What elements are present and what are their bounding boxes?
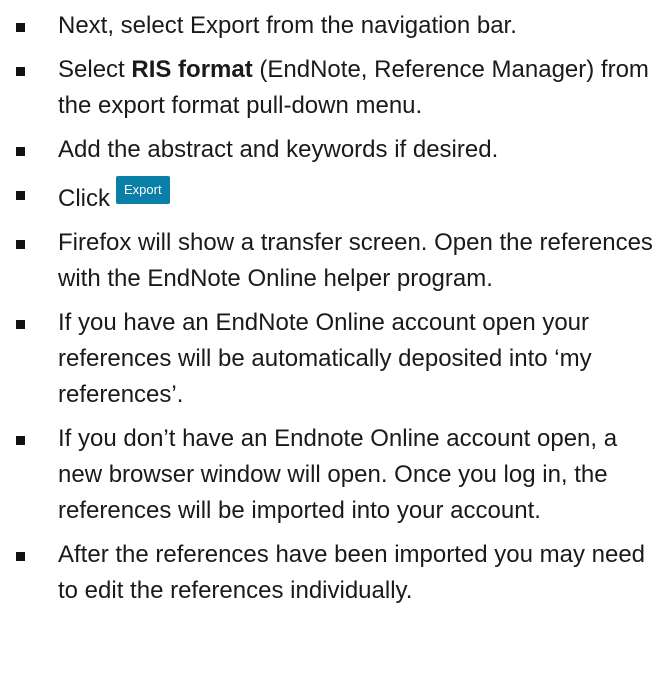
step-text-prefix: Select <box>58 56 132 83</box>
list-item: If you don’t have an Endnote Online acco… <box>0 421 668 529</box>
square-bullet-icon <box>16 552 25 561</box>
list-item: Select RIS format (EndNote, Reference Ma… <box>0 52 668 124</box>
step-text: Click <box>58 185 110 212</box>
step-text: If you don’t have an Endnote Online acco… <box>58 425 618 524</box>
square-bullet-icon <box>16 320 25 329</box>
step-text: If you have an EndNote Online account op… <box>58 309 592 408</box>
list-item: Firefox will show a transfer screen. Ope… <box>0 225 668 297</box>
square-bullet-icon <box>16 191 25 200</box>
instruction-list: Next, select Export from the navigation … <box>0 8 668 609</box>
list-item: Next, select Export from the navigation … <box>0 8 668 44</box>
step-text: Add the abstract and keywords if desired… <box>58 136 499 163</box>
list-item: If you have an EndNote Online account op… <box>0 305 668 413</box>
step-text: After the references have been imported … <box>58 541 646 604</box>
instructions-page: Next, select Export from the navigation … <box>0 0 668 689</box>
step-text: Firefox will show a transfer screen. Ope… <box>58 229 653 292</box>
list-item: Click Export <box>0 176 668 217</box>
square-bullet-icon <box>16 240 25 249</box>
square-bullet-icon <box>16 67 25 76</box>
list-item: After the references have been imported … <box>0 537 668 609</box>
export-button[interactable]: Export <box>116 176 170 204</box>
step-text-bold: RIS format <box>131 56 253 83</box>
square-bullet-icon <box>16 23 25 32</box>
square-bullet-icon <box>16 147 25 156</box>
step-text: Next, select Export from the navigation … <box>58 12 517 39</box>
square-bullet-icon <box>16 436 25 445</box>
list-item: Add the abstract and keywords if desired… <box>0 132 668 168</box>
